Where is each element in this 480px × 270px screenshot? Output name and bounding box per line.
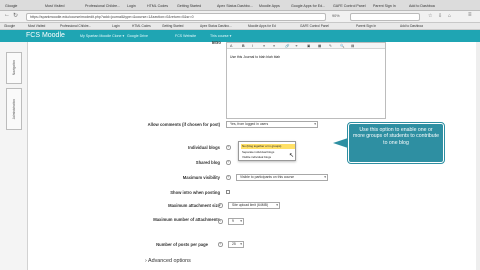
download-icon[interactable]: ⇩ (438, 13, 442, 19)
zoom-level: 90% (332, 14, 340, 18)
number-list-icon[interactable]: ≡ (273, 43, 275, 49)
posts-per-page-label: Number of posts per page (156, 242, 208, 247)
bookmark[interactable]: Apex Status Dashbo... (200, 23, 232, 30)
star-icon[interactable]: ☆ (428, 13, 432, 19)
show-intro-label: Show intro when posting (170, 190, 220, 195)
browser-tab[interactable]: Apex Status Dashbo... (214, 1, 256, 11)
browser-tab[interactable]: Professional Childre... (82, 1, 124, 11)
individual-blogs-dropdown[interactable]: No (blog together or in groups) Separate… (238, 141, 296, 161)
max-attachment-label: Maximum attachment size (168, 203, 220, 208)
dropdown-option[interactable]: Separate individual blogs (241, 150, 295, 155)
browser-tab[interactable]: Gloogle (2, 1, 42, 11)
help-icon[interactable]: ? (226, 145, 231, 150)
browser-tab[interactable]: Most Visited (42, 1, 82, 11)
help-icon[interactable]: ? (218, 219, 223, 224)
home-icon[interactable]: ⌂ (448, 13, 451, 19)
drawer-tab-administration[interactable]: Administration (6, 88, 22, 130)
posts-per-page-select[interactable]: 25 (228, 241, 244, 248)
max-visibility-label: Maximum visibility (182, 175, 220, 180)
back-icon[interactable]: ← (4, 12, 10, 18)
bookmark[interactable]: Add to Dashboa (400, 23, 423, 30)
page-scrollbar[interactable] (476, 42, 480, 270)
help-icon[interactable]: ? (218, 203, 223, 208)
edit-icon[interactable]: ✎ (329, 43, 332, 49)
link-icon[interactable]: 🔗 (285, 43, 289, 49)
image-icon[interactable]: ▣ (307, 43, 310, 49)
menu-icon[interactable]: ≡ (468, 12, 472, 18)
callout-pointer (333, 138, 348, 148)
italic-icon[interactable]: I (252, 43, 253, 49)
reload-icon[interactable]: ↻ (13, 12, 18, 19)
site-navbar: FCS Moodle My Spartan Moodle Clone ▾ Goo… (0, 30, 480, 42)
bookmark[interactable]: Parent Sign In (356, 23, 376, 30)
address-bar[interactable]: https://sparkmoodle.edu/course/modedit.p… (26, 13, 326, 21)
site-brand[interactable]: FCS Moodle (26, 30, 65, 42)
browser-tab[interactable]: Add to Dashboa (406, 1, 446, 11)
browser-tab[interactable]: Google Apps for Ed... (288, 1, 330, 11)
browser-tab-strip: Gloogle Most Visited Professional Childr… (0, 0, 480, 11)
bookmarks-bar: Gloogle Most Visited Professional Childr… (0, 23, 480, 30)
file-icon[interactable]: ▤ (351, 43, 354, 49)
bullet-list-icon[interactable]: ≡ (263, 43, 265, 49)
bookmark[interactable]: Most Visited (28, 23, 45, 30)
browser-tab[interactable]: Login (124, 1, 144, 11)
side-drawer: Navigation Administration (0, 42, 28, 270)
drawer-tab-navigation[interactable]: Navigation (6, 52, 22, 84)
help-icon[interactable]: ? (226, 160, 231, 165)
bookmark[interactable]: Professional Childre... (60, 23, 91, 30)
bookmark[interactable]: HTML Codes (132, 23, 151, 30)
dropdown-option[interactable]: No (blog together or in groups) (241, 144, 295, 149)
allow-comments-select[interactable]: Yes, from logged in users (226, 121, 318, 128)
show-intro-checkbox[interactable] (226, 190, 230, 194)
editor-content[interactable]: Use this Journal to blah blah blah (230, 55, 280, 59)
dropdown-option[interactable]: Visible individual blogs (241, 155, 295, 160)
browser-search-input[interactable] (350, 13, 420, 21)
allow-comments-label: Allow comments (if chosen for post) (147, 122, 220, 127)
bookmark[interactable]: Login (112, 23, 120, 30)
max-attachments-label: Maximum number of attachments (153, 217, 220, 222)
find-icon[interactable]: 🔍 (340, 43, 344, 49)
intro-editor[interactable]: A B I ≡ ≡ 🔗 ⚭ ▣ ▦ ✎ 🔍 ▤ Use this Journal… (226, 42, 386, 119)
browser-tab[interactable]: Parent Sign In (370, 1, 406, 11)
help-icon[interactable]: ? (218, 242, 223, 247)
nav-item-google-drive[interactable]: Google Drive (127, 30, 148, 42)
intro-label: Intro (211, 40, 221, 45)
nav-item-fcs-website[interactable]: FCS Website (175, 30, 196, 42)
editor-toolbar: A B I ≡ ≡ 🔗 ⚭ ▣ ▦ ✎ 🔍 ▤ (227, 43, 385, 49)
bookmark[interactable]: GAFE Control Panel (300, 23, 329, 30)
bold-icon[interactable]: B (242, 43, 245, 49)
bookmark[interactable]: Moodle Apps for Ed (248, 23, 276, 30)
browser-tab[interactable]: HTML Codes (144, 1, 174, 11)
bookmark[interactable]: Getting Started (162, 23, 183, 30)
help-icon[interactable]: ? (226, 175, 231, 180)
browser-tab[interactable]: GAFE Control Panel (330, 1, 370, 11)
max-visibility-select[interactable]: Visible to participants on this course (236, 174, 328, 181)
cursor-icon: ↖ (289, 153, 295, 159)
browser-tab[interactable]: Moodle Apps (256, 1, 288, 11)
shared-blog-label: Shared blog (195, 160, 220, 165)
media-icon[interactable]: ▦ (318, 43, 321, 49)
annotation-callout: Use this option to enable one or more gr… (347, 122, 445, 164)
font-icon[interactable]: A (230, 43, 232, 49)
max-attachments-select[interactable]: 9 (228, 218, 244, 225)
browser-tab[interactable]: Getting Started (174, 1, 214, 11)
unlink-icon[interactable]: ⚭ (295, 43, 298, 49)
bookmark[interactable]: Gloogle (4, 23, 15, 30)
advanced-options-toggle[interactable]: › Advanced options (145, 258, 191, 264)
individual-blogs-label: Individual blogs (188, 145, 220, 150)
browser-toolbar: ← ↻ https://sparkmoodle.edu/course/moded… (0, 11, 480, 23)
nav-item-my-moodle[interactable]: My Spartan Moodle Clone ▾ (80, 30, 124, 42)
max-attachment-select[interactable]: Site upload limit (64MB) (228, 202, 280, 209)
